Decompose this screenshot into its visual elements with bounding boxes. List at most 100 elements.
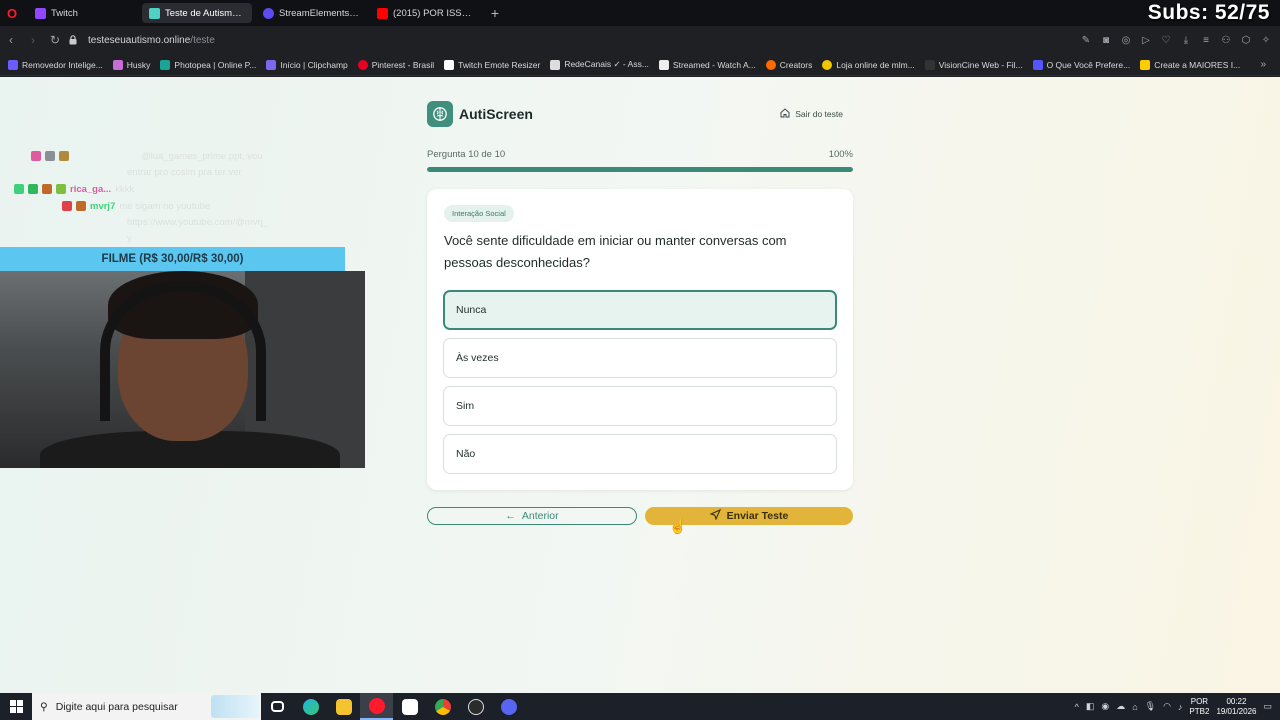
bookmark-item[interactable]: RedeCanais ✓ - Ass... <box>550 59 649 70</box>
heart-icon[interactable]: ♡ <box>1158 32 1174 48</box>
chat-username: mvrj7 <box>90 201 116 212</box>
exit-test-link[interactable]: Sair do teste <box>780 108 843 120</box>
bookmark-item[interactable]: Twitch Emote Resizer <box>444 59 541 70</box>
notification-icon[interactable]: ▭ <box>1263 701 1272 712</box>
previous-label: Anterior <box>521 510 559 522</box>
tab-title: Teste de Autismo - Avalia <box>165 7 245 19</box>
bookmark-label: Create a MAIORES I... <box>1154 59 1241 70</box>
edge-icon[interactable] <box>294 693 327 720</box>
answer-option[interactable]: Não <box>443 434 837 474</box>
answer-option[interactable]: Às vezes <box>443 338 837 378</box>
answer-option-selected[interactable]: Nunca <box>443 290 837 330</box>
bookmark-item[interactable]: VisionCine Web - Fil... <box>924 59 1023 70</box>
chat-message-continued: https://www.youtube.com/@mvrj_ <box>127 217 269 228</box>
camera-icon[interactable]: ◙ <box>1098 32 1114 48</box>
bookmark-item[interactable]: Loja online de mlm... <box>822 59 915 70</box>
tab-title: Twitch <box>51 7 78 19</box>
bookmark-item[interactable]: Husky <box>112 59 151 70</box>
address-bar-actions: ✎ ◙ ◎ ▷ ♡ ⤓ ≡ ⚇ ⬡ ✧ <box>1078 26 1274 54</box>
clock[interactable]: 00:22 19/01/2026 <box>1216 697 1256 717</box>
new-tab-plus-icon[interactable]: + <box>486 4 504 22</box>
download-icon[interactable]: ⤓ <box>1178 32 1194 48</box>
bookmark-item[interactable]: Pinterest - Brasil <box>357 59 434 70</box>
browser-tab[interactable]: Twitch <box>28 3 138 23</box>
file-explorer-icon[interactable] <box>327 693 360 720</box>
chat-line: rica_ga... kkkk <box>14 184 134 195</box>
chat-badge-icon <box>31 151 41 161</box>
bookmark-item[interactable]: Início | Clipchamp <box>266 59 348 70</box>
capcut-icon[interactable] <box>393 693 426 720</box>
task-view-icon[interactable] <box>261 693 294 720</box>
bookmark-favicon-icon <box>112 59 123 70</box>
bookmark-favicon-icon <box>1140 59 1151 70</box>
youtube-favicon-icon <box>377 7 388 19</box>
bookmark-label: Twitch Emote Resizer <box>458 59 541 70</box>
chat-badge-icon <box>59 151 69 161</box>
twitch-favicon-icon <box>35 7 46 19</box>
bookmark-item[interactable]: Removedor Inteligе... <box>8 59 103 70</box>
chat-message-continued: entrar pro cosim pra ter ver <box>127 167 242 178</box>
bookmark-item[interactable]: Create a MAIORES I... <box>1140 59 1241 70</box>
bookmark-item[interactable]: O Que Você Prefere... <box>1032 59 1130 70</box>
forward-arrow-icon[interactable]: › <box>22 26 44 54</box>
search-placeholder: Digite aqui para pesquisar <box>55 700 178 713</box>
volume-icon[interactable]: ♪ <box>1178 702 1183 712</box>
previous-button[interactable]: ← Anterior <box>427 507 637 525</box>
bookmark-label: Creators <box>779 59 813 70</box>
profile-icon[interactable]: ⚇ <box>1218 32 1234 48</box>
back-arrow-icon[interactable]: ‹ <box>0 26 22 54</box>
edit-icon[interactable]: ✎ <box>1078 32 1094 48</box>
bookmark-item[interactable]: Photopea | Online P... <box>160 59 256 70</box>
bookmark-favicon-icon <box>266 59 277 70</box>
question-counter: Pergunta 10 de 10 <box>427 149 506 160</box>
chat-line: @lua_games_prime ppt, vou <box>31 151 263 162</box>
browser-tab[interactable]: StreamElements - Songre <box>256 3 366 23</box>
url-field[interactable]: testeseuautismo.online/teste <box>88 35 215 46</box>
play-icon[interactable]: ▷ <box>1138 32 1154 48</box>
taskbar: ⚲ Digite aqui para pesquisar ^ ◧ ◉ ☁ ⌂ 🎙… <box>0 693 1280 720</box>
chevron-up-icon[interactable]: ^ <box>1075 702 1079 712</box>
clock-time: 00:22 <box>1226 696 1247 706</box>
extension-icon[interactable]: ⬡ <box>1238 32 1254 48</box>
reload-icon[interactable]: ↻ <box>44 26 66 54</box>
menu-icon[interactable]: ≡ <box>1198 32 1214 48</box>
browser-tab-active[interactable]: Teste de Autismo - Avalia <box>142 3 252 23</box>
hand-cursor-icon: ☝ <box>669 518 687 534</box>
bookmark-label: Husky <box>126 59 151 70</box>
tray-app-icon[interactable]: ◧ <box>1086 701 1095 712</box>
taskbar-search[interactable]: ⚲ Digite aqui para pesquisar <box>32 693 261 720</box>
microphone-icon[interactable]: 🎙 <box>1145 701 1156 712</box>
vpn-icon[interactable]: ◎ <box>1118 32 1134 48</box>
discord-icon[interactable] <box>492 693 525 720</box>
progress-percent: 100% <box>828 149 853 160</box>
bookmark-item[interactable]: Streamed - Watch A... <box>658 59 756 70</box>
windows-start-icon[interactable] <box>0 693 32 720</box>
question-text: Você sente dificuldade em iniciar ou man… <box>444 233 787 270</box>
url-domain: testeseuautismo.online <box>88 34 191 46</box>
opera-logo-icon[interactable]: O <box>0 0 24 26</box>
bookmark-item[interactable]: Creators <box>765 59 813 70</box>
cloud-icon[interactable]: ☁ <box>1116 701 1125 712</box>
bookmark-label: Início | Clipchamp <box>280 59 348 70</box>
browser-tab[interactable]: (2015) POR ISSO PAREI DE <box>370 3 480 23</box>
tray-app-icon[interactable]: ◉ <box>1101 701 1109 712</box>
keyboard-layout: PTB2 <box>1189 706 1210 716</box>
answer-option[interactable]: Sim <box>443 386 837 426</box>
wifi-icon[interactable]: ◠ <box>1163 701 1171 712</box>
chat-badge-icon <box>62 201 72 211</box>
exit-test-label: Sair do teste <box>795 109 843 119</box>
opera-taskbar-icon[interactable] <box>360 693 393 720</box>
bookmark-label: Loja online de mlm... <box>836 59 915 70</box>
chrome-icon[interactable] <box>426 693 459 720</box>
ai-icon[interactable]: ✧ <box>1258 32 1274 48</box>
address-bar: ‹ › ↻ testeseuautismo.online/teste ✎ ◙ ◎… <box>0 26 1280 54</box>
network-icon[interactable]: ⌂ <box>1132 702 1137 712</box>
bookmarks-more-chevron-icon[interactable]: » <box>1260 59 1266 70</box>
subs-counter: Subs: 52/75 <box>1147 1 1270 24</box>
language-indicator[interactable]: POR PTB2 <box>1189 697 1209 717</box>
obs-icon[interactable] <box>459 693 492 720</box>
bookmarks-bar: Removedor Inteligе... Husky Photopea | O… <box>0 54 1280 76</box>
chat-badge-icon <box>28 184 38 194</box>
home-icon <box>780 108 790 120</box>
search-icon: ⚲ <box>40 700 48 713</box>
